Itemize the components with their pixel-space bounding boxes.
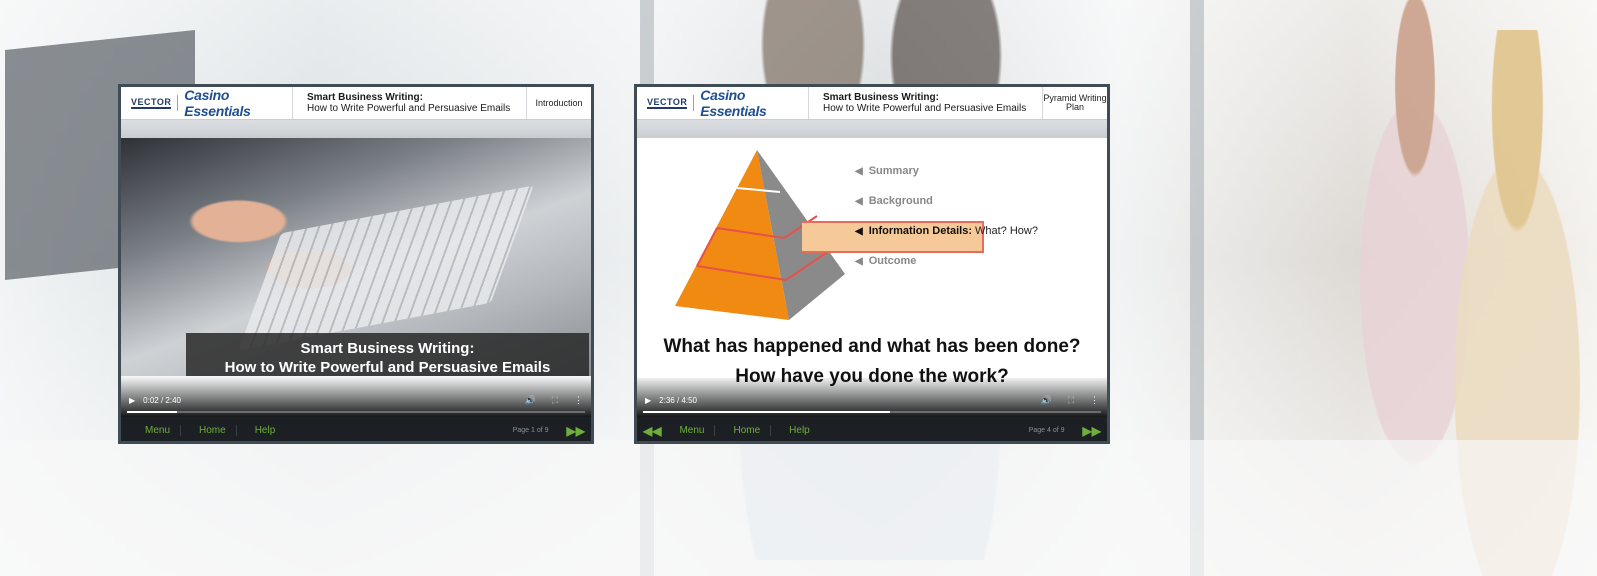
brand-name: Casino Essentials [700,87,767,119]
volume-icon[interactable]: 🔊 [524,395,535,406]
time-display: 2:36 / 4:50 [659,395,697,405]
volume-icon[interactable]: 🔊 [1040,395,1051,406]
vector-logo: VECTOR [131,96,172,109]
home-link[interactable]: Home [199,425,237,436]
legend-label: Information Details: [868,225,972,237]
play-icon[interactable]: ▶ [645,396,651,405]
caption-line1: Smart Business Writing: [300,340,475,357]
arrow-left-icon: ◀ [855,255,863,267]
video-player-intro: VECTOR Casino Essentials Smart Business … [118,84,594,444]
next-arrow-icon[interactable]: ▶▶ [567,424,585,438]
player-screen: VECTOR Casino Essentials Smart Business … [121,87,591,441]
time-display: 0:02 / 2:40 [143,395,181,405]
brand-name: Casino Essentials [184,87,251,119]
menu-link[interactable]: Menu [145,425,182,436]
home-link[interactable]: Home [733,425,772,436]
course-title-line2: How to Write Powerful and Persuasive Ema… [307,103,511,114]
page-indicator: Page 4 of 9 [1028,427,1065,434]
legend-label: Background [868,195,933,207]
arrow-left-icon: ◀ [855,195,863,207]
section-label: Introduction [526,87,591,119]
player-footer: Menu Home Help Page 1 of 9 ▶▶ [121,417,591,441]
player-header: VECTOR Casino Essentials Smart Business … [637,87,1107,120]
video-caption: Smart Business Writing: How to Write Pow… [186,333,589,376]
menu-link[interactable]: Menu [679,425,716,436]
legend-label: Summary [868,165,919,177]
help-link[interactable]: Help [255,425,286,436]
course-title: Smart Business Writing: How to Write Pow… [293,92,526,114]
play-icon[interactable]: ▶ [129,396,135,405]
section-label: Pyramid Writing Plan [1042,87,1107,119]
player-screen: VECTOR Casino Essentials Smart Business … [637,87,1107,441]
brand-logo: VECTOR Casino Essentials [637,87,809,119]
more-options-icon[interactable]: ⋮ [1090,395,1099,406]
legend-background[interactable]: ◀ Background [855,186,1038,216]
vector-logo: VECTOR [647,96,688,109]
legend-label: Outcome [868,255,917,267]
legend-suffix: What? How? [975,225,1038,237]
player-header: VECTOR Casino Essentials Smart Business … [121,87,591,120]
prev-arrow-icon[interactable]: ◀◀ [643,424,661,438]
video-controls: ▶ 2:36 / 4:50 🔊 ⛶ ⋮ [637,387,1107,413]
brand-logo: VECTOR Casino Essentials [121,87,293,119]
pyramid-legend: ◀ Summary ◀ Background ◀ Information Detail… [855,156,1038,276]
background-desk [0,440,1597,576]
video-controls: ▶ 0:02 / 2:40 🔊 ⛶ ⋮ [121,387,591,413]
next-arrow-icon[interactable]: ▶▶ [1083,424,1101,438]
question-line1: What has happened and what has been done… [663,336,1081,357]
logo-divider [177,95,179,111]
header-subbar [637,120,1107,138]
legend-information-details[interactable]: ◀ Information Details: What? How? [855,216,1038,246]
progress-fill [127,411,178,413]
help-link[interactable]: Help [789,425,820,436]
course-title-line1: Smart Business Writing: [823,92,939,103]
legend-outcome[interactable]: ◀ Outcome [855,246,1038,276]
logo-divider [693,95,695,111]
player-footer: ◀◀ Menu Home Help Page 4 of 9 ▶▶ [637,417,1107,441]
pyramid-slide[interactable]: ◀ Summary ◀ Background ◀ Information Detail… [637,138,1107,387]
page-indicator: Page 1 of 9 [512,427,549,434]
arrow-left-icon: ◀ [855,165,863,177]
header-subbar [121,120,591,138]
course-title-line2: How to Write Powerful and Persuasive Ema… [823,103,1027,114]
progress-track[interactable] [643,411,1101,413]
fullscreen-icon[interactable]: ⛶ [552,395,558,406]
course-title-line1: Smart Business Writing: [307,92,423,103]
video-player-pyramid: VECTOR Casino Essentials Smart Business … [634,84,1110,444]
progress-track[interactable] [127,411,585,413]
fullscreen-icon[interactable]: ⛶ [1068,395,1074,406]
more-options-icon[interactable]: ⋮ [574,395,583,406]
caption-line2: How to Write Powerful and Persuasive Ema… [224,359,551,376]
arrow-left-icon: ◀ [855,225,863,237]
legend-summary[interactable]: ◀ Summary [855,156,1038,186]
video-frame[interactable]: Smart Business Writing: How to Write Pow… [121,138,591,376]
progress-fill [643,411,891,413]
course-title: Smart Business Writing: How to Write Pow… [809,92,1042,114]
